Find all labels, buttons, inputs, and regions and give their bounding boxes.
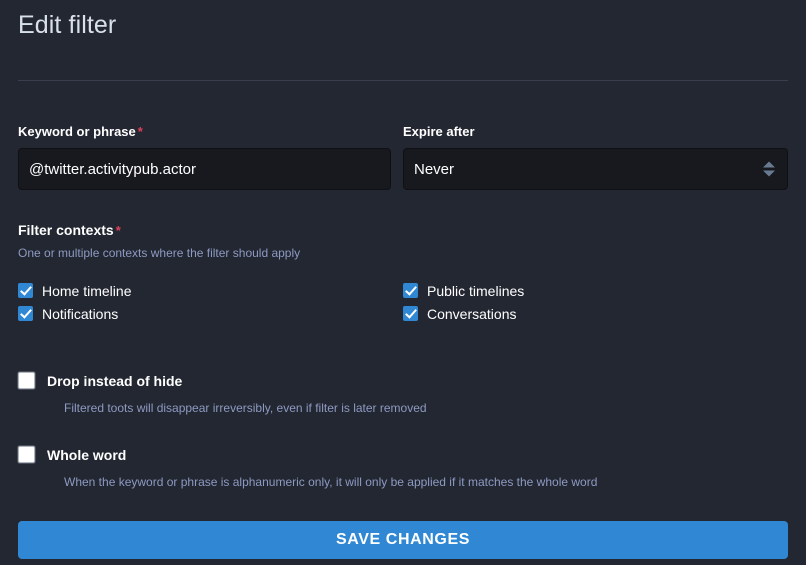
filter-contexts-heading-group: Filter contexts* One or multiple context… [18,221,788,261]
expire-label-text: Expire after [403,124,475,139]
keyword-input-wrapper[interactable] [18,148,391,190]
keyword-label: Keyword or phrase* [18,124,391,140]
filter-contexts-title: Filter contexts* [18,221,788,240]
checkbox-label: Conversations [427,305,517,323]
option-title: Drop instead of hide [47,373,182,389]
option-title: Whole word [47,447,126,463]
option-whole-word: Whole word When the keyword or phrase is… [18,446,788,490]
checkbox-unchecked-icon[interactable] [18,446,35,463]
keyword-input[interactable] [19,149,390,189]
keyword-label-text: Keyword or phrase [18,124,136,139]
filter-contexts-checkbox-grid: Home timeline Notifications Public timel… [18,279,788,325]
checkbox-label: Public timelines [427,282,524,300]
option-drop-row[interactable]: Drop instead of hide [18,372,788,389]
keyword-field-group: Keyword or phrase* [18,124,403,190]
checkbox-checked-icon[interactable] [403,283,418,298]
option-whole-word-row[interactable]: Whole word [18,446,788,463]
checkbox-label: Notifications [42,305,118,323]
checkbox-checked-icon[interactable] [403,306,418,321]
required-asterisk-icon: * [116,223,121,238]
option-hint: When the keyword or phrase is alphanumer… [64,474,788,490]
header-divider [18,80,788,81]
chevron-up-icon [763,162,775,168]
checkbox-home-timeline[interactable]: Home timeline [18,279,391,302]
checkbox-checked-icon[interactable] [18,306,33,321]
filter-contexts-right-column: Public timelines Conversations [403,279,788,325]
checkbox-checked-icon[interactable] [18,283,33,298]
expire-field-group: Expire after Never [403,124,788,190]
checkbox-public-timelines[interactable]: Public timelines [403,279,788,302]
page-title: Edit filter [18,0,788,40]
checkbox-conversations[interactable]: Conversations [403,302,788,325]
checkbox-label: Home timeline [42,282,131,300]
chevron-down-icon [763,171,775,177]
option-hint: Filtered toots will disappear irreversib… [64,400,788,416]
checkbox-notifications[interactable]: Notifications [18,302,391,325]
filter-contexts-title-text: Filter contexts [18,222,114,238]
expire-after-select[interactable]: Never [403,148,788,190]
expire-after-selected-value: Never [404,161,787,178]
save-changes-button[interactable]: Save changes [18,521,788,559]
chevron-updown-icon[interactable] [763,162,775,177]
expire-label: Expire after [403,124,788,140]
option-drop-instead-of-hide: Drop instead of hide Filtered toots will… [18,372,788,416]
primary-fields-row: Keyword or phrase* Expire after Never [18,124,788,190]
filter-contexts-hint: One or multiple contexts where the filte… [18,245,788,261]
edit-filter-page: Edit filter Keyword or phrase* Expire af… [0,0,806,565]
filter-contexts-left-column: Home timeline Notifications [18,279,403,325]
required-asterisk-icon: * [138,124,143,139]
checkbox-unchecked-icon[interactable] [18,372,35,389]
